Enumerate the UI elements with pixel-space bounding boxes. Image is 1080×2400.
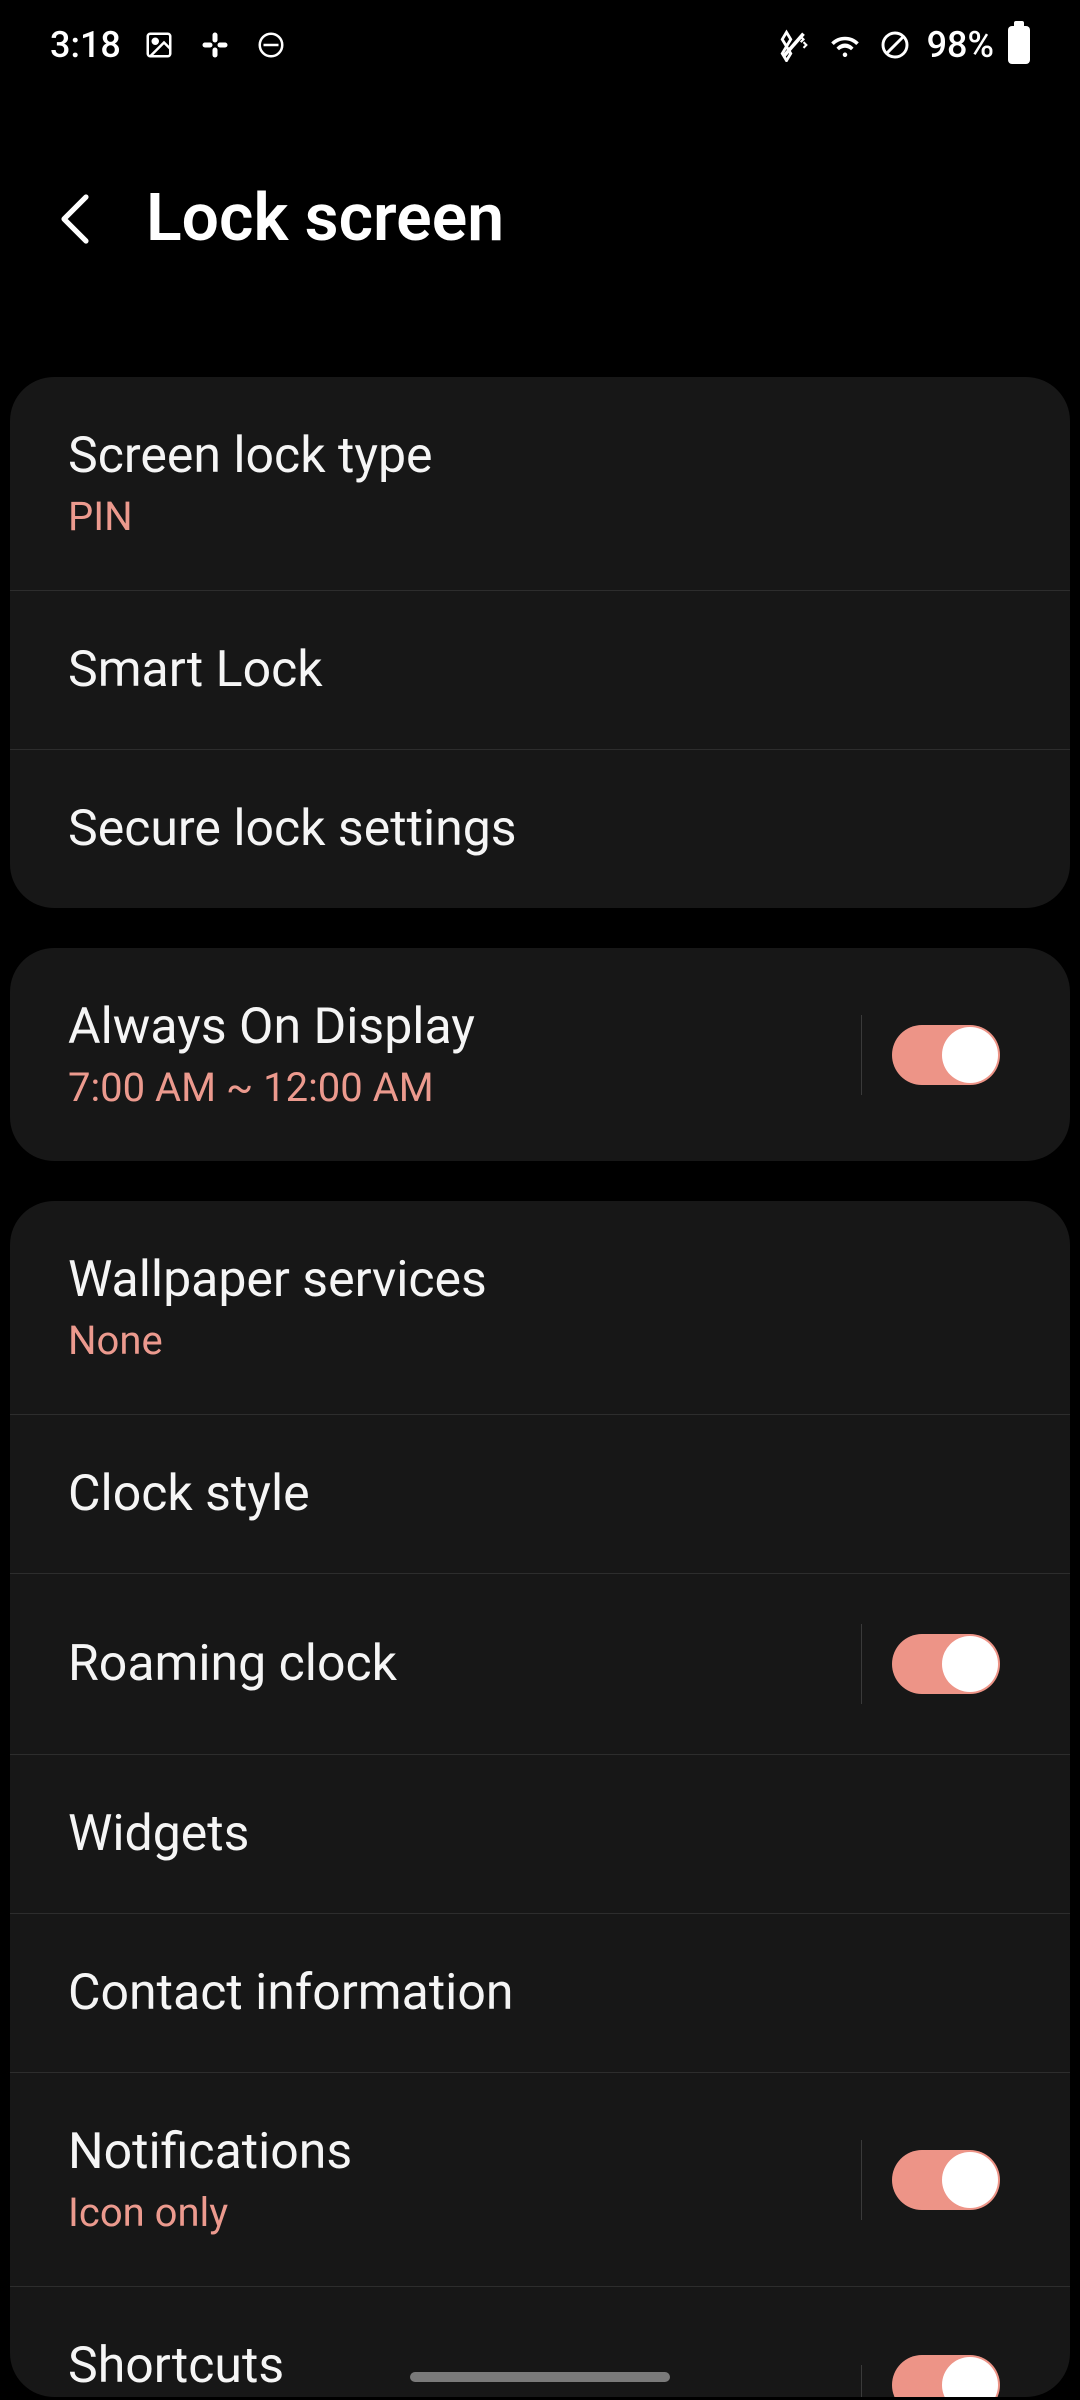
toggle-roaming-clock[interactable] [892,1634,1000,1694]
page-title: Lock screen [146,180,504,257]
row-title: Smart Lock [68,641,323,699]
back-button[interactable] [40,184,110,254]
image-icon [141,27,177,63]
row-title: Screen lock type [68,427,433,485]
row-title: Always On Display [68,998,475,1056]
battery-percentage: 98% [927,24,994,66]
row-wallpaper-services[interactable]: Wallpaper services None [10,1201,1070,1415]
divider [861,2140,862,2220]
status-left: 3:18 [50,24,289,66]
row-title: Notifications [68,2123,352,2181]
settings-content: Screen lock type PIN Smart Lock Secure l… [0,377,1080,2397]
group-lockscreen-options: Wallpaper services None Clock style Roam… [10,1201,1070,2397]
row-smart-lock[interactable]: Smart Lock [10,591,1070,750]
group-lock: Screen lock type PIN Smart Lock Secure l… [10,377,1070,908]
toggle-shortcuts[interactable] [892,2355,1000,2397]
row-title: Secure lock settings [68,800,517,858]
dnd-icon [253,27,289,63]
page-header: Lock screen [0,90,1080,377]
row-subtitle: None [68,1317,487,1364]
row-roaming-clock[interactable]: Roaming clock [10,1574,1070,1755]
toggle-always-on-display[interactable] [892,1025,1000,1085]
row-clock-style[interactable]: Clock style [10,1415,1070,1574]
status-bar: 3:18 98% [0,0,1080,90]
vibrate-icon [777,27,813,63]
battery-icon [1008,26,1030,64]
status-right: 98% [777,24,1030,66]
row-title: Clock style [68,1465,310,1523]
row-screen-lock-type[interactable]: Screen lock type PIN [10,377,1070,591]
wifi-icon [827,27,863,63]
row-always-on-display[interactable]: Always On Display 7:00 AM ~ 12:00 AM [10,948,1070,1161]
row-subtitle: PIN [68,493,433,540]
nav-handle[interactable] [410,2372,670,2382]
row-title: Wallpaper services [68,1251,487,1309]
toggle-notifications[interactable] [892,2150,1000,2210]
group-aod: Always On Display 7:00 AM ~ 12:00 AM [10,948,1070,1161]
divider [861,1015,862,1095]
row-widgets[interactable]: Widgets [10,1755,1070,1914]
row-subtitle: Icon only [68,2189,352,2236]
row-secure-lock-settings[interactable]: Secure lock settings [10,750,1070,908]
status-time: 3:18 [50,24,121,66]
row-title: Shortcuts [68,2337,284,2395]
slack-icon [197,27,233,63]
divider [861,2365,862,2397]
row-title: Widgets [68,1805,249,1863]
no-sim-icon [877,27,913,63]
chevron-left-icon [53,189,97,249]
divider [861,1624,862,1704]
row-title: Roaming clock [68,1635,397,1693]
row-notifications[interactable]: Notifications Icon only [10,2073,1070,2287]
row-subtitle: 7:00 AM ~ 12:00 AM [68,1064,475,1111]
row-contact-information[interactable]: Contact information [10,1914,1070,2073]
row-title: Contact information [68,1964,513,2022]
